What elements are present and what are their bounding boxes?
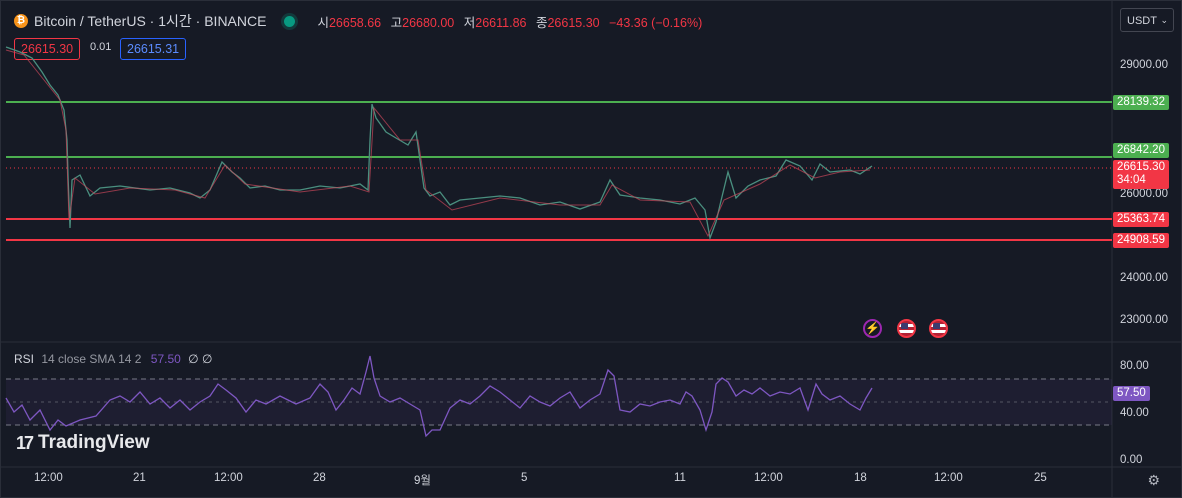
candle-countdown: 34:04	[1117, 174, 1146, 186]
time-label: 18	[854, 472, 867, 484]
price-tick: 23000.00	[1120, 314, 1168, 326]
tradingview-icon: 17	[16, 432, 34, 453]
time-label: 12:00	[934, 472, 963, 484]
rsi-params: 14 close SMA 14 2	[41, 352, 142, 366]
tradingview-logo[interactable]: 17 TradingView	[16, 432, 150, 454]
logo-text: TradingView	[38, 432, 150, 453]
current-price-value: 26615.30	[1117, 161, 1165, 173]
us-flag-icon[interactable]	[897, 319, 916, 338]
price-tick: 29000.00	[1120, 59, 1168, 71]
level-tag[interactable]: 24908.59	[1113, 233, 1169, 248]
rsi-title: RSI	[14, 352, 35, 366]
level-tag[interactable]: 25363.74	[1113, 212, 1169, 227]
price-candles	[5, 46, 873, 241]
price-tick: 26000.00	[1120, 188, 1168, 200]
time-label: 21	[133, 472, 146, 484]
time-label: 25	[1034, 472, 1047, 484]
current-price-tag[interactable]: 26615.30 34:04	[1113, 160, 1169, 189]
us-flag-icon[interactable]	[929, 319, 948, 338]
rsi-tick: 0.00	[1120, 454, 1143, 466]
price-chart[interactable]	[0, 0, 1182, 498]
time-label: 12:00	[34, 472, 63, 484]
time-label: 9월	[414, 475, 431, 487]
level-tag[interactable]: 28139.32	[1113, 95, 1169, 110]
price-tick: 24000.00	[1120, 272, 1168, 284]
time-label: 12:00	[214, 472, 243, 484]
rsi-value-tag[interactable]: 57.50	[1113, 386, 1150, 401]
rsi-value: 57.50	[150, 352, 181, 366]
rsi-legend[interactable]: RSI 14 close SMA 14 2 57.50 ∅ ∅	[14, 352, 212, 366]
lightning-icon[interactable]: ⚡	[863, 319, 882, 338]
time-label: 11	[674, 472, 686, 484]
time-label: 28	[313, 472, 326, 484]
level-tag[interactable]: 26842.20	[1113, 143, 1169, 158]
time-label: 5	[521, 472, 528, 484]
time-label: 12:00	[754, 472, 783, 484]
gear-icon[interactable]: ⚙	[1147, 472, 1160, 489]
rsi-tick: 40.00	[1120, 407, 1149, 419]
rsi-tick: 80.00	[1120, 360, 1149, 372]
